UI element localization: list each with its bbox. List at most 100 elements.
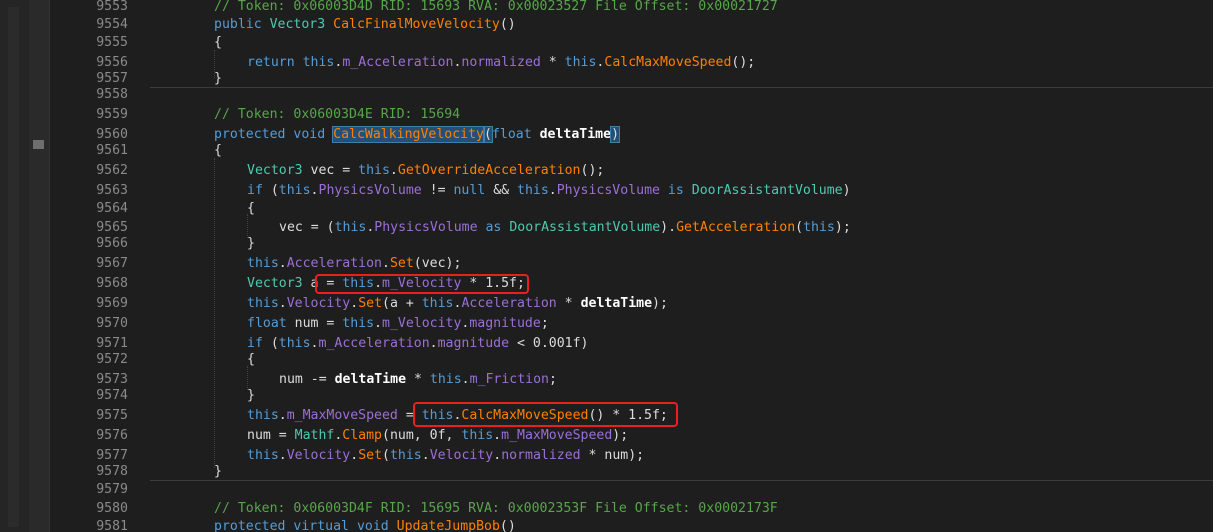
code-line[interactable]: public Vector3 CalcFinalMoveVelocity() <box>214 18 516 32</box>
code-token: ( <box>382 448 390 463</box>
line-number: 9576 <box>96 428 128 443</box>
code-line[interactable]: this.Acceleration.Set(vec); <box>247 257 461 271</box>
code-token: { <box>247 352 255 367</box>
code-token: (vec); <box>413 256 462 271</box>
code-token: num = <box>247 428 295 443</box>
code-token: Velocity <box>429 448 494 463</box>
code-token: void <box>356 519 389 532</box>
code-token: this <box>278 183 311 198</box>
line-number: 9579 <box>96 482 128 497</box>
code-editor[interactable]: 9553 9554 9555 9556 9557 9558 9559 9560 9561 9562… <box>0 0 1213 532</box>
overview-ruler[interactable] <box>29 0 49 532</box>
code-line[interactable]: // Token: 0x06003D4E RID: 15694 <box>214 108 460 122</box>
code-token: Vector3 <box>269 17 326 32</box>
line-number: 9557 <box>96 71 128 86</box>
code-token: return <box>247 55 295 70</box>
indent-guide <box>247 366 249 390</box>
line-number: 9556 <box>96 55 128 70</box>
code-token: () <box>499 519 516 532</box>
code-token: CalcWalkingVelocity <box>332 126 485 143</box>
code-token: this <box>247 296 279 311</box>
code-token: magnitude <box>469 316 541 331</box>
tool-strip-marker <box>8 7 19 527</box>
scroll-marker[interactable] <box>33 140 44 149</box>
code-token: . <box>278 296 287 311</box>
code-token: if <box>247 183 263 198</box>
code-line[interactable]: protected void CalcWalkingVelocity(float… <box>214 126 621 143</box>
code-token: num = <box>286 316 343 331</box>
code-line[interactable]: protected virtual void UpdateJumpBob() <box>214 520 516 532</box>
code-token: . <box>278 256 287 271</box>
code-token: . <box>461 372 470 387</box>
code-token: Set <box>389 256 414 271</box>
code-line[interactable]: vec = (this.PhysicsVolume as DoorAssista… <box>279 221 851 235</box>
code-line[interactable]: // Token: 0x06003D4F RID: 15695 RVA: 0x0… <box>214 502 778 516</box>
code-line[interactable]: if (this.m_Acceleration.magnitude < 0.00… <box>247 337 588 351</box>
code-token: m_Acceleration <box>342 55 454 70</box>
line-number: 9563 <box>96 183 128 198</box>
code-token: vec = ( <box>279 220 335 235</box>
code-line[interactable]: } <box>214 72 222 86</box>
code-line[interactable]: this.Velocity.Set(a + this.Acceleration … <box>247 297 668 311</box>
code-line[interactable]: } <box>214 465 222 479</box>
code-token: * <box>556 296 581 311</box>
code-token: (num, 0f, <box>382 428 462 443</box>
code-token: DoorAssistantVolume <box>691 183 843 198</box>
code-token: . <box>421 448 430 463</box>
code-line[interactable]: return this.m_Acceleration.normalized * … <box>247 56 755 70</box>
code-line[interactable]: } <box>247 237 255 251</box>
code-line[interactable]: { <box>247 353 255 367</box>
code-token: ) <box>610 126 621 143</box>
code-line[interactable]: Vector3 vec = this.GetOverrideAccelerati… <box>247 164 604 178</box>
code-token: this <box>247 448 279 463</box>
annotation-box-maxspeed <box>413 402 678 427</box>
code-token: as <box>485 220 502 235</box>
line-number: 9562 <box>96 163 128 178</box>
code-token: normalized <box>461 55 541 70</box>
code-token: . <box>310 336 319 351</box>
code-line[interactable]: float num = this.m_Velocity.magnitude; <box>247 317 549 331</box>
code-line[interactable]: this.Velocity.Set(this.Velocity.normaliz… <box>247 449 644 463</box>
code-token: Velocity <box>286 296 351 311</box>
code-token: { <box>214 143 222 158</box>
code-token: . <box>350 296 359 311</box>
line-number: 9581 <box>96 519 128 532</box>
code-token: . <box>493 448 502 463</box>
code-line[interactable]: if (this.PhysicsVolume != null && this.P… <box>247 184 851 198</box>
code-token: DoorAssistantVolume <box>509 220 661 235</box>
line-number: 9578 <box>96 464 128 479</box>
code-line[interactable]: // Token: 0x06003D4D RID: 15693 RVA: 0x0… <box>214 0 778 14</box>
line-number: 9577 <box>96 448 128 463</box>
code-token: GetAcceleration <box>676 220 796 235</box>
code-token: (); <box>731 55 756 70</box>
code-token: ); <box>834 220 851 235</box>
code-token: ); <box>652 296 668 311</box>
code-token: this <box>302 55 335 70</box>
code-line[interactable]: { <box>214 36 222 50</box>
code-token: } <box>214 464 222 479</box>
code-token: m_Velocity <box>382 316 462 331</box>
line-number: 9566 <box>96 236 128 251</box>
code-line[interactable]: num -= deltaTime * this.m_Friction; <box>279 373 557 387</box>
code-line[interactable]: num = Mathf.Clamp(num, 0f, this.m_MaxMov… <box>247 429 628 443</box>
code-token: * num); <box>580 448 645 463</box>
code-line[interactable]: { <box>214 144 222 158</box>
code-token: this <box>278 336 311 351</box>
code-token: * <box>540 55 565 70</box>
code-token: PhysicsVolume <box>374 220 478 235</box>
code-token: . <box>429 336 438 351</box>
code-token: Clamp <box>342 428 382 443</box>
annotation-box-velocity <box>315 274 529 294</box>
code-token: // Token: 0x06003D4D RID: 15693 RVA: 0x0… <box>214 0 778 14</box>
code-line[interactable]: { <box>247 202 255 216</box>
code-token: ); <box>612 428 629 443</box>
code-token: this <box>247 256 279 271</box>
code-line[interactable]: } <box>247 389 255 403</box>
